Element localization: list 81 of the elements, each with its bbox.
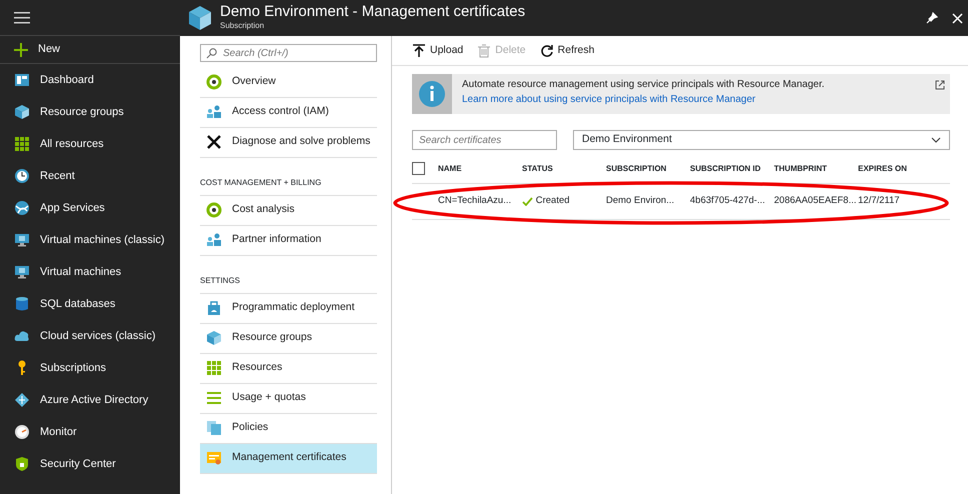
external-link-icon[interactable]: [934, 80, 944, 90]
cube-icon: [14, 104, 30, 120]
info-icon: [419, 81, 445, 107]
table-cell-text: 4b63f705-427d-...: [690, 194, 766, 208]
subscription-dropdown[interactable]: Demo Environment: [573, 130, 950, 150]
sidebar-item[interactable]: Cloud services (classic): [0, 320, 180, 352]
gauge-icon: [14, 424, 30, 440]
trash-icon: [477, 44, 492, 58]
sidebar-item[interactable]: Resource groups: [0, 96, 180, 128]
sidebar-item[interactable]: Subscriptions: [0, 352, 180, 384]
shield-icon: [14, 456, 30, 472]
cube-icon: [188, 5, 212, 31]
section-heading: COST MANAGEMENT + BILLING: [200, 166, 377, 196]
column-header[interactable]: SUBSCRIPTION ID: [690, 162, 774, 174]
search-field[interactable]: Search certificates: [412, 130, 557, 150]
sidebar-item[interactable]: All resources: [0, 128, 180, 160]
sidebar-item[interactable]: Recent: [0, 160, 180, 192]
pin-icon[interactable]: [926, 12, 938, 24]
clock-icon: [14, 168, 30, 184]
menu-item[interactable]: Resources: [200, 354, 377, 384]
menu-item[interactable]: Cost analysis: [200, 196, 377, 226]
menu-item[interactable]: Programmatic deployment: [200, 294, 377, 324]
menu-item[interactable]: Usage + quotas: [200, 384, 377, 414]
table-cell-text: 12/7/2117: [858, 194, 901, 208]
menu-item[interactable]: Diagnose and solve problems: [200, 128, 377, 158]
sidebar-item[interactable]: Virtual machines: [0, 256, 180, 288]
menu-item[interactable]: Overview: [200, 68, 377, 98]
blade-title: Demo Environment - Management certificates: [220, 4, 526, 20]
database-icon: [14, 296, 30, 312]
table-cell-text: Demo Environ...: [606, 194, 676, 208]
menu-item[interactable]: Access control (IAM): [200, 98, 377, 128]
people-icon: [206, 104, 222, 120]
people-icon: [206, 232, 222, 248]
table-cell: Created: [522, 194, 606, 209]
plus-icon: [14, 42, 28, 56]
sliders-icon: [206, 390, 222, 406]
grid-icon: [206, 360, 222, 376]
diamond-icon: [14, 392, 30, 408]
dashboard-icon: [14, 72, 30, 88]
search-field[interactable]: Search (Ctrl+/): [200, 44, 377, 62]
sidebar-item[interactable]: Monitor: [0, 416, 180, 448]
sidebar-item[interactable]: Virtual machines (classic): [0, 224, 180, 256]
documents-icon: [206, 420, 222, 436]
monitor-icon: [14, 232, 30, 248]
ring-icon: [206, 74, 222, 90]
menu-item[interactable]: Partner information: [200, 226, 377, 256]
upload-button[interactable]: Upload: [412, 42, 464, 58]
upload-icon: [412, 44, 426, 58]
column-header[interactable]: STATUS: [522, 162, 606, 174]
blade-subtitle: Subscription: [220, 20, 266, 32]
sidebar-item[interactable]: Dashboard: [0, 64, 180, 96]
refresh-button[interactable]: Refresh: [540, 42, 594, 58]
close-icon[interactable]: [952, 12, 962, 24]
select-all-checkbox[interactable]: [412, 162, 425, 175]
menu-item[interactable]: Management certificates: [200, 444, 377, 474]
menu-item[interactable]: Resource groups: [200, 324, 377, 354]
grid-icon: [14, 136, 30, 152]
search-icon: [206, 48, 217, 59]
table-cell-text: CN=TechilaAzu...: [438, 194, 512, 208]
new-button[interactable]: New: [0, 36, 180, 64]
globe-icon: [14, 200, 30, 216]
learn-more-link[interactable]: Learn more about using service principals with Resource Manager: [462, 92, 919, 107]
ring-icon: [206, 202, 222, 218]
bag-icon: [206, 300, 222, 316]
certificate-icon: [206, 450, 222, 466]
table-cell-text: 2086AA05EAEF8...: [774, 194, 858, 208]
column-header[interactable]: THUMBPRINT: [774, 162, 858, 174]
sidebar-item[interactable]: Security Center: [0, 448, 180, 480]
sidebar-item[interactable]: App Services: [0, 192, 180, 224]
info-text: Automate resource management using service principals with Resource Manager. Learn more about using service principals with Resource Manager: [452, 74, 929, 114]
cube-icon: [206, 330, 222, 346]
sidebar-item[interactable]: Azure Active Directory: [0, 384, 180, 416]
monitor-icon: [14, 264, 30, 280]
column-header[interactable]: EXPIRES ON: [858, 162, 938, 174]
column-header[interactable]: NAME: [438, 162, 522, 174]
sidebar-item[interactable]: SQL databases: [0, 288, 180, 320]
menu-icon[interactable]: [14, 12, 30, 24]
column-header[interactable]: SUBSCRIPTION: [606, 162, 690, 174]
chevron-down-icon: [931, 137, 941, 143]
section-heading: SETTINGS: [200, 264, 377, 294]
refresh-icon: [540, 44, 554, 58]
